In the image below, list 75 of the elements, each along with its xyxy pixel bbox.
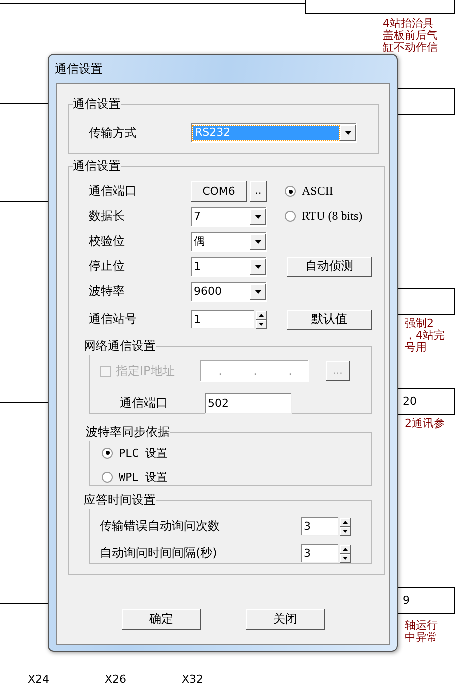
dropdown-arrow-button[interactable] xyxy=(340,125,356,141)
dialog-button[interactable]: 确定 xyxy=(122,609,201,630)
down-arrow-icon xyxy=(254,290,262,294)
dropdown-arrow-button[interactable] xyxy=(250,284,266,300)
dropdown[interactable]: 9600 xyxy=(191,282,267,302)
comment-text: ，4站完 xyxy=(405,330,445,342)
radio-label: WPL 设置 xyxy=(119,470,168,484)
down-arrow-icon xyxy=(343,530,348,532)
radio-button[interactable] xyxy=(285,186,296,197)
contact-label: X24 xyxy=(28,673,50,686)
field-label: 波特率 xyxy=(89,283,126,300)
dropdown-arrow-button[interactable] xyxy=(250,258,266,274)
spin-field[interactable]: 3 xyxy=(301,544,339,563)
radio-label: PLC 设置 xyxy=(119,446,168,460)
field-label: 校验位 xyxy=(89,233,126,250)
dropdown[interactable]: 1 xyxy=(191,256,267,276)
comment-text: 强制2 xyxy=(405,318,434,330)
group-title: 通信设置 xyxy=(73,158,121,175)
field-label: 通信站号 xyxy=(89,311,138,328)
radio-label: ASCII xyxy=(302,184,334,199)
field-label: 自动询问时间间隔(秒) xyxy=(100,545,218,562)
field-label: 传输方式 xyxy=(89,124,138,142)
down-arrow-icon xyxy=(259,322,264,326)
radio-button[interactable] xyxy=(102,472,113,482)
field-label: 通信端口 xyxy=(89,183,138,200)
dropdown-arrow-button[interactable] xyxy=(250,234,266,250)
spin-field[interactable]: 3 xyxy=(301,517,339,536)
group-title: 应答时间设置 xyxy=(84,492,156,509)
ip-separator: . xyxy=(218,364,222,378)
port-button[interactable]: COM6 xyxy=(191,181,247,202)
comment-text: 2通讯参 xyxy=(405,418,445,430)
down-arrow-icon xyxy=(254,214,262,218)
checkbox-label: 指定IP地址 xyxy=(116,362,176,380)
up-arrow-icon xyxy=(343,548,348,550)
radio-button[interactable] xyxy=(102,448,113,458)
comment-text: 号用 xyxy=(405,342,427,354)
ip-separator: . xyxy=(254,364,258,378)
dropdown[interactable]: 偶 xyxy=(191,232,267,252)
comment-text: 轴运行 xyxy=(405,620,438,632)
dialog-button[interactable]: 关闭 xyxy=(246,609,325,630)
spin-button[interactable] xyxy=(340,544,351,554)
down-arrow-icon xyxy=(343,556,348,560)
up-arrow-icon xyxy=(343,520,348,524)
action-button[interactable]: 默认值 xyxy=(287,310,372,330)
ip-separator: . xyxy=(288,364,292,378)
group-title: 通信设置 xyxy=(73,96,121,113)
ladder-text: 20 xyxy=(403,395,417,408)
window-title: 通信设置 xyxy=(54,60,104,78)
radio-button[interactable] xyxy=(285,211,296,222)
ladder-text: 9 xyxy=(403,594,410,607)
spin-field[interactable]: 1 xyxy=(191,310,255,329)
dropdown[interactable]: 7 xyxy=(191,206,267,226)
spin-button[interactable] xyxy=(256,310,267,320)
dropdown-arrow-button[interactable] xyxy=(250,208,266,224)
down-arrow-icon xyxy=(254,264,262,268)
contact-label: X32 xyxy=(182,673,204,686)
field-label: 数据长 xyxy=(89,208,126,225)
field-label: 传输错误自动询问次数 xyxy=(100,518,221,535)
field-label: 通信端口 xyxy=(120,394,169,412)
group-title: 波特率同步依据 xyxy=(86,424,170,441)
spin-button[interactable] xyxy=(340,518,351,526)
comment-text: 中异常 xyxy=(405,632,438,644)
radio-label: RTU (8 bits) xyxy=(302,209,363,224)
action-button[interactable]: 自动侦测 xyxy=(287,256,372,276)
field-label: 停止位 xyxy=(89,258,126,275)
browse-button[interactable]: .. xyxy=(250,181,267,202)
comment-text: 4站抬治具 xyxy=(383,18,434,30)
down-arrow-icon xyxy=(254,240,262,244)
input-field[interactable]: 502 xyxy=(205,392,292,414)
down-arrow-icon xyxy=(344,131,352,135)
comment-text: 盖板前后气 xyxy=(383,30,438,42)
up-arrow-icon xyxy=(259,314,264,316)
group-title: 网络通信设置 xyxy=(84,338,156,355)
contact-label: X26 xyxy=(105,673,127,686)
comment-text: 缸不动作信 xyxy=(383,42,438,54)
